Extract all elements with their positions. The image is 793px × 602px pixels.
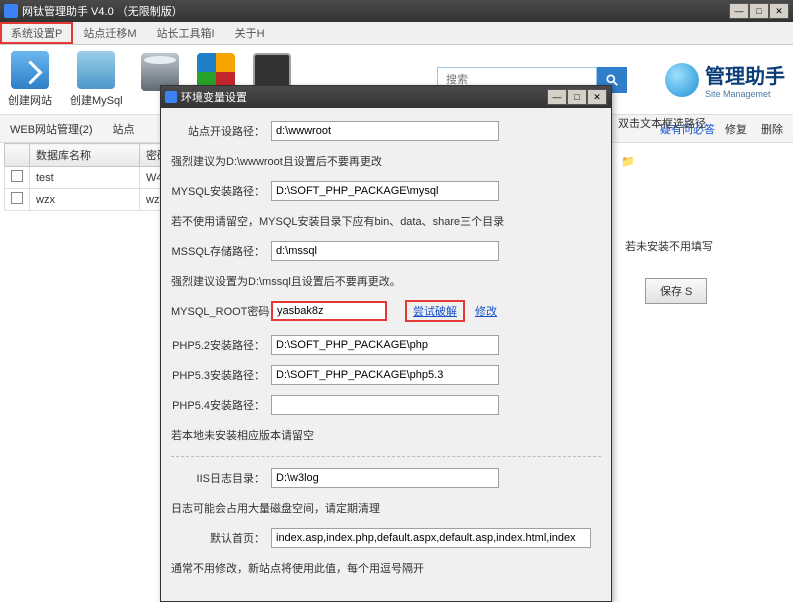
env-settings-dialog: 环境变量设置 — □ ✕ 站点开设路径 强烈建议为D:\wwwroot且设置后不… (160, 85, 612, 602)
input-default-page[interactable] (271, 528, 591, 548)
input-php53[interactable] (271, 365, 499, 385)
brand: 管理助手 Site Managemet (665, 60, 785, 99)
try-crack-link[interactable]: 尝试破解 (405, 300, 465, 322)
app-icon (4, 4, 18, 18)
input-site-root[interactable] (271, 121, 499, 141)
save-button[interactable]: 保存 S (645, 278, 707, 304)
dialog-maximize-button[interactable]: □ (567, 89, 587, 105)
menu-about[interactable]: 关于H (225, 22, 275, 44)
window-title: 网钛管理助手 V4.0 （无限制版） (22, 3, 183, 19)
close-button[interactable]: ✕ (769, 3, 789, 19)
label-default-page: 默认首页 (171, 530, 271, 546)
label-iislog: IIS日志目录 (171, 470, 271, 486)
hint-iislog: 日志可能会占用大量磁盘空间，请定期清理 (171, 495, 601, 521)
label-mysql-path: MYSQL安装路径 (171, 183, 271, 199)
globe-icon (665, 63, 699, 97)
create-site-button[interactable]: 创建网站 (8, 51, 52, 108)
tab-site[interactable]: 站点 (103, 115, 145, 142)
dialog-title: 环境变量设置 (181, 89, 247, 105)
site-icon (11, 51, 49, 89)
menu-webmaster-tools[interactable]: 站长工具箱I (147, 22, 225, 44)
menu-system-settings[interactable]: 系统设置P (0, 22, 73, 44)
menu-bar: 系统设置P 站点迁移M 站长工具箱I 关于H (0, 22, 793, 45)
input-php54[interactable] (271, 395, 499, 415)
label-php52: PHP5.2安装路径 (171, 337, 271, 353)
hint-dblclick: 双击文本框选路径 (618, 115, 706, 131)
label-mssql-path: MSSQL存储路径 (171, 243, 271, 259)
create-site-label: 创建网站 (8, 92, 52, 108)
mysql-icon (77, 51, 115, 89)
label-site-root: 站点开设路径 (171, 123, 271, 139)
label-php53: PHP5.3安装路径 (171, 367, 271, 383)
hint-php54: 若本地未安装相应版本请留空 (171, 422, 601, 448)
input-mysql-path[interactable] (271, 181, 499, 201)
cell-dbname: test (30, 167, 140, 189)
minimize-button[interactable]: — (729, 3, 749, 19)
label-php54: PHP5.4安装路径 (171, 397, 271, 413)
col-dbname: 数据库名称 (30, 144, 140, 167)
hint-default-page: 通常不用修改，新站点将使用此值，每个用逗号隔开 (171, 555, 601, 581)
hint-not-installed: 若未安装不用填写 (625, 238, 713, 254)
hint-site-root: 强烈建议为D:\wwwroot且设置后不要再更改 (171, 148, 601, 174)
brand-cn: 管理助手 (705, 60, 785, 89)
row-checkbox[interactable] (11, 192, 23, 204)
hint-mysql-path: 若不使用请留空，MYSQL安装目录下应有bin、data、share三个目录 (171, 208, 601, 234)
action-delete[interactable]: 删除 (761, 121, 783, 137)
maximize-button[interactable]: □ (749, 3, 769, 19)
dialog-minimize-button[interactable]: — (547, 89, 567, 105)
menu-site-migrate[interactable]: 站点迁移M (73, 22, 146, 44)
dialog-titlebar[interactable]: 环境变量设置 — □ ✕ (161, 86, 611, 108)
col-check (5, 144, 30, 167)
input-iislog[interactable] (271, 468, 499, 488)
create-mysql-label: 创建MySql (70, 92, 123, 108)
input-mssql-path[interactable] (271, 241, 499, 261)
modify-link[interactable]: 修改 (475, 303, 497, 319)
dialog-close-button[interactable]: ✕ (587, 89, 607, 105)
brand-en: Site Managemet (705, 89, 785, 99)
main-titlebar: 网钛管理助手 V4.0 （无限制版） — □ ✕ (0, 0, 793, 22)
row-checkbox[interactable] (11, 170, 23, 182)
action-repair[interactable]: 修复 (725, 121, 747, 137)
create-mysql-button[interactable]: 创建MySql (70, 51, 123, 108)
tab-web-mgmt[interactable]: WEB网站管理(2) (0, 115, 103, 142)
cell-dbname: wzx (30, 189, 140, 211)
input-mysql-root[interactable] (271, 301, 387, 321)
folder-icon[interactable]: 📁 (621, 155, 635, 168)
input-php52[interactable] (271, 335, 499, 355)
label-mysql-root: MYSQL_ROOT密码 (171, 303, 271, 319)
hint-mssql-path: 强烈建议设置为D:\mssql且设置后不要再更改。 (171, 268, 601, 294)
dialog-icon (165, 91, 177, 103)
